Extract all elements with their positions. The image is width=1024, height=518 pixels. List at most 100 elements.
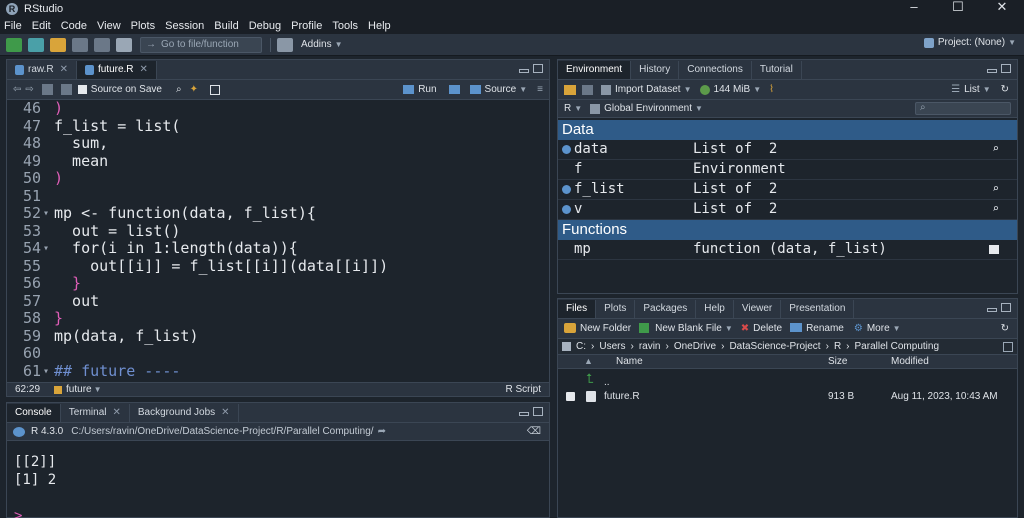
- print-icon[interactable]: [116, 37, 132, 52]
- tab-tutorial[interactable]: Tutorial: [752, 61, 802, 79]
- tab-help[interactable]: Help: [696, 300, 734, 318]
- open-file-icon[interactable]: [50, 37, 66, 52]
- menu-session[interactable]: Session: [165, 20, 204, 32]
- tab-viewer[interactable]: Viewer: [734, 300, 782, 318]
- breadcrumb-item[interactable]: R: [834, 341, 841, 352]
- tab-connections[interactable]: Connections: [679, 61, 752, 79]
- tab-raw-r[interactable]: raw.R ✕: [7, 61, 77, 79]
- env-row-f-list[interactable]: f_list List of 2 ⌕: [558, 180, 1017, 200]
- column-name[interactable]: Name: [616, 356, 643, 367]
- environment-search-input[interactable]: ⌕: [915, 102, 1011, 115]
- close-icon[interactable]: ✕: [980, 0, 1024, 18]
- tab-files[interactable]: Files: [558, 300, 597, 318]
- menu-file[interactable]: File: [4, 20, 22, 32]
- files-pane-ellipsis-icon[interactable]: [1003, 341, 1013, 352]
- expand-icon[interactable]: [562, 145, 571, 154]
- show-in-window-icon[interactable]: [41, 84, 53, 95]
- menu-profile[interactable]: Profile: [291, 20, 322, 32]
- save-workspace-icon[interactable]: [582, 84, 593, 95]
- go-to-directory-icon[interactable]: ➦: [378, 426, 386, 437]
- file-checkbox[interactable]: [566, 392, 575, 401]
- close-tab-icon[interactable]: ✕: [113, 404, 121, 422]
- expand-icon[interactable]: [562, 185, 571, 194]
- breadcrumb-item[interactable]: Users: [599, 341, 625, 352]
- console-prompt[interactable]: >: [14, 507, 22, 518]
- forward-arrow-icon[interactable]: ⇨: [25, 84, 33, 95]
- maximize-pane-icon[interactable]: [1001, 303, 1011, 312]
- env-row-data[interactable]: data List of 2 ⌕: [558, 140, 1017, 160]
- breadcrumb-item[interactable]: ravin: [639, 341, 661, 352]
- env-row-mp[interactable]: mp function (data, f_list): [558, 240, 1017, 260]
- new-file-icon[interactable]: [6, 37, 22, 52]
- new-blank-file-button[interactable]: New Blank File: [655, 323, 722, 334]
- refresh-icon[interactable]: ↻: [1001, 323, 1009, 334]
- file-type-selector[interactable]: R Script: [505, 384, 541, 395]
- project-menu[interactable]: Project: (None) ▼: [923, 37, 1016, 48]
- grid-layout-icon[interactable]: [277, 37, 293, 52]
- tab-packages[interactable]: Packages: [635, 300, 697, 318]
- addins-button[interactable]: Addins: [301, 39, 332, 50]
- close-tab-icon[interactable]: ✕: [221, 404, 229, 422]
- minimize-icon[interactable]: –: [892, 0, 936, 18]
- breadcrumb-item[interactable]: Parallel Computing: [855, 341, 940, 352]
- source-on-save-checkbox[interactable]: [77, 85, 87, 94]
- maximize-pane-icon[interactable]: [1001, 64, 1011, 73]
- minimize-pane-icon[interactable]: [519, 412, 529, 416]
- menu-plots[interactable]: Plots: [131, 20, 155, 32]
- menu-tools[interactable]: Tools: [332, 20, 358, 32]
- home-icon[interactable]: [562, 342, 571, 351]
- tab-plots[interactable]: Plots: [596, 300, 636, 318]
- tab-background-jobs[interactable]: Background Jobs ✕: [130, 404, 239, 422]
- refresh-icon[interactable]: ↻: [1001, 84, 1009, 95]
- scope-selector[interactable]: Global Environment: [604, 103, 692, 114]
- memory-usage[interactable]: 144 MiB: [714, 84, 751, 95]
- fold-arrow-icon[interactable]: ▾: [43, 363, 49, 381]
- outline-icon[interactable]: ≡: [537, 84, 543, 95]
- maximize-icon[interactable]: ☐: [936, 0, 980, 18]
- tab-history[interactable]: History: [631, 61, 680, 79]
- minimize-pane-icon[interactable]: [987, 308, 997, 312]
- tab-console[interactable]: Console: [7, 404, 61, 422]
- table-row[interactable]: future.R 913 B Aug 11, 2023, 10:43 AM: [558, 387, 1017, 407]
- save-icon[interactable]: [72, 37, 88, 52]
- maximize-pane-icon[interactable]: [533, 64, 543, 73]
- fold-arrow-icon[interactable]: ▾: [43, 240, 49, 258]
- menu-help[interactable]: Help: [368, 20, 391, 32]
- close-tab-icon[interactable]: ✕: [60, 61, 68, 79]
- tab-future-r[interactable]: future.R ✕: [76, 61, 157, 79]
- language-selector[interactable]: R: [564, 103, 571, 114]
- menu-edit[interactable]: Edit: [32, 20, 51, 32]
- scope-indicator[interactable]: future: [66, 384, 92, 395]
- magic-wand-icon[interactable]: ✦: [190, 84, 198, 95]
- breadcrumb-item[interactable]: C:: [576, 341, 586, 352]
- new-project-icon[interactable]: [28, 37, 44, 52]
- back-arrow-icon[interactable]: ⇦: [13, 84, 21, 95]
- view-data-icon[interactable]: ⌕: [992, 142, 999, 155]
- broom-icon[interactable]: ⌇: [769, 84, 774, 95]
- save-all-icon[interactable]: [94, 37, 110, 52]
- source-button[interactable]: Source: [485, 84, 517, 95]
- goto-file-input[interactable]: Go to file/function: [140, 36, 262, 53]
- view-data-icon[interactable]: ⌕: [992, 202, 999, 215]
- column-size[interactable]: Size: [828, 356, 847, 367]
- menu-debug[interactable]: Debug: [249, 20, 281, 32]
- file-name-link[interactable]: future.R: [604, 391, 640, 402]
- menu-code[interactable]: Code: [61, 20, 87, 32]
- minimize-pane-icon[interactable]: [519, 69, 529, 73]
- code-area[interactable]: 46) 47 f_list = list( 48 sum, 49 mean 50)…: [7, 100, 549, 380]
- column-modified[interactable]: Modified: [891, 356, 929, 367]
- env-row-v[interactable]: v List of 2 ⌕: [558, 200, 1017, 220]
- fold-arrow-icon[interactable]: ▾: [43, 205, 49, 223]
- tab-terminal[interactable]: Terminal ✕: [61, 404, 130, 422]
- close-tab-icon[interactable]: ✕: [140, 61, 148, 79]
- breadcrumb-item[interactable]: OneDrive: [674, 341, 716, 352]
- import-dataset-button[interactable]: Import Dataset: [615, 84, 681, 95]
- rerun-icon[interactable]: [448, 85, 460, 94]
- search-icon[interactable]: ⌕: [176, 84, 182, 95]
- compile-report-icon[interactable]: [209, 84, 220, 95]
- view-function-icon[interactable]: [989, 245, 999, 254]
- menu-build[interactable]: Build: [214, 20, 238, 32]
- expand-icon[interactable]: [562, 205, 571, 214]
- menu-view[interactable]: View: [97, 20, 121, 32]
- view-mode-selector[interactable]: List: [964, 84, 980, 95]
